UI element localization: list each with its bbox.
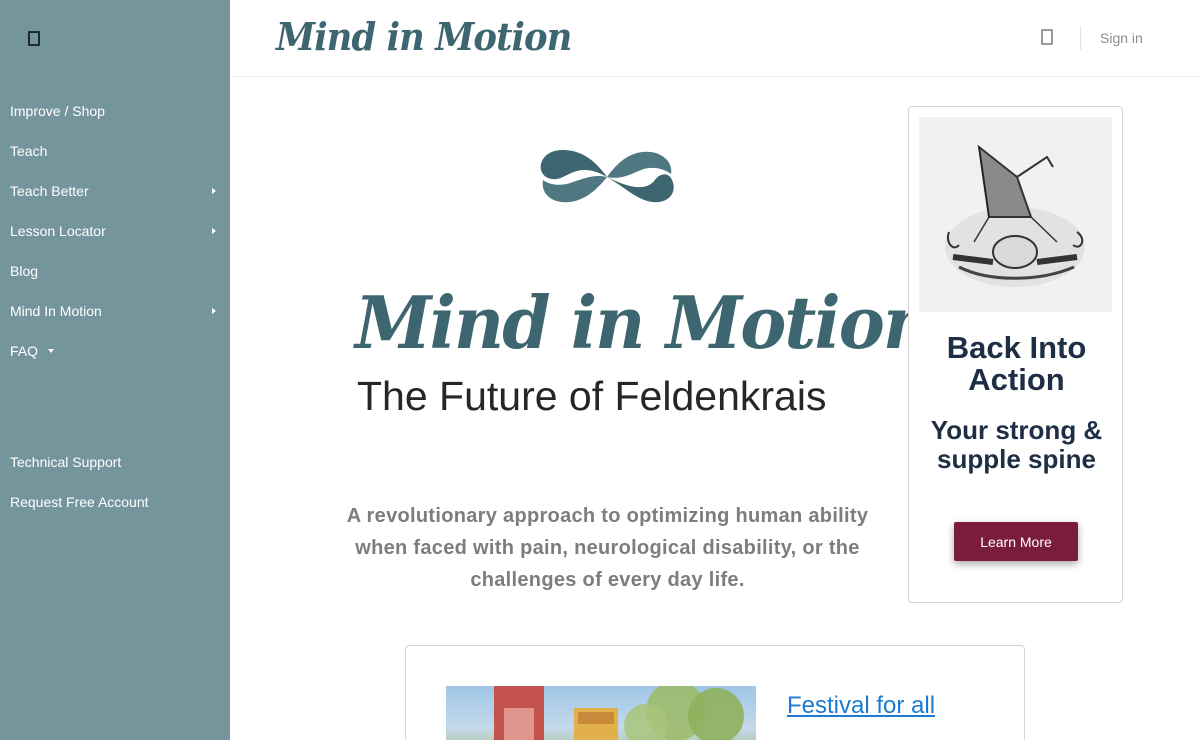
promo-title: Back Into Action bbox=[946, 330, 1087, 397]
sidebar-item-improve-shop[interactable]: Improve / Shop bbox=[0, 91, 230, 131]
hero-logo: Mind in Motion The Future of Feldenkrais bbox=[315, 120, 933, 460]
top-header: Mind in Motion Sign in bbox=[230, 0, 1200, 77]
sign-in-link[interactable]: Sign in bbox=[1100, 30, 1143, 46]
header-divider bbox=[1080, 26, 1081, 50]
caret-right-icon bbox=[212, 228, 216, 234]
sidebar-item-lesson-locator[interactable]: Lesson Locator bbox=[0, 211, 230, 251]
sidebar-item-blog[interactable]: Blog bbox=[0, 251, 230, 291]
sidebar-item-label: Teach Better bbox=[10, 183, 89, 199]
mobile-icon[interactable] bbox=[28, 31, 40, 46]
festival-image[interactable] bbox=[446, 686, 756, 740]
sidebar-secondary-nav: Technical Support Request Free Account bbox=[0, 442, 230, 522]
sidebar-item-label: Lesson Locator bbox=[10, 223, 106, 239]
infinity-icon bbox=[540, 150, 674, 203]
sidebar: Improve / Shop Teach Teach Better Lesson… bbox=[0, 0, 230, 740]
sidebar-item-label: Technical Support bbox=[10, 454, 122, 470]
hero-tagline: A revolutionary approach to optimizing h… bbox=[346, 505, 869, 591]
caret-right-icon bbox=[212, 188, 216, 194]
hero-title: Mind in Motion bbox=[355, 280, 933, 365]
sidebar-item-label: Improve / Shop bbox=[10, 103, 105, 119]
sidebar-item-request-free-account[interactable]: Request Free Account bbox=[0, 482, 230, 522]
learn-more-button[interactable]: Learn More bbox=[954, 522, 1078, 561]
sidebar-item-teach[interactable]: Teach bbox=[0, 131, 230, 171]
sidebar-item-technical-support[interactable]: Technical Support bbox=[0, 442, 230, 482]
festival-link[interactable]: Festival for all bbox=[787, 692, 935, 720]
brand-logo[interactable]: Mind in Motion bbox=[276, 14, 572, 59]
mobile-icon[interactable] bbox=[1041, 29, 1053, 45]
spine-sketch-image bbox=[919, 117, 1112, 312]
sidebar-nav: Improve / Shop Teach Teach Better Lesson… bbox=[0, 91, 230, 371]
hero-subtitle: The Future of Feldenkrais bbox=[357, 373, 827, 419]
promo-card: Back Into Action Your strong & supple sp… bbox=[908, 106, 1123, 603]
sidebar-item-label: Request Free Account bbox=[10, 494, 149, 510]
sidebar-item-label: FAQ bbox=[10, 343, 39, 359]
sidebar-item-teach-better[interactable]: Teach Better bbox=[0, 171, 230, 211]
festival-card: Festival for all bbox=[405, 645, 1025, 740]
sidebar-item-mind-in-motion[interactable]: Mind In Motion bbox=[0, 291, 230, 331]
sidebar-item-faq[interactable]: FAQ bbox=[0, 331, 230, 371]
sidebar-item-label: Mind In Motion bbox=[10, 303, 102, 319]
caret-right-icon bbox=[212, 308, 216, 314]
sidebar-item-label: Blog bbox=[10, 263, 39, 279]
caret-down-icon bbox=[48, 349, 55, 353]
sidebar-item-label: Teach bbox=[10, 143, 48, 159]
promo-subtitle: Your strong & supple spine bbox=[930, 415, 1103, 474]
